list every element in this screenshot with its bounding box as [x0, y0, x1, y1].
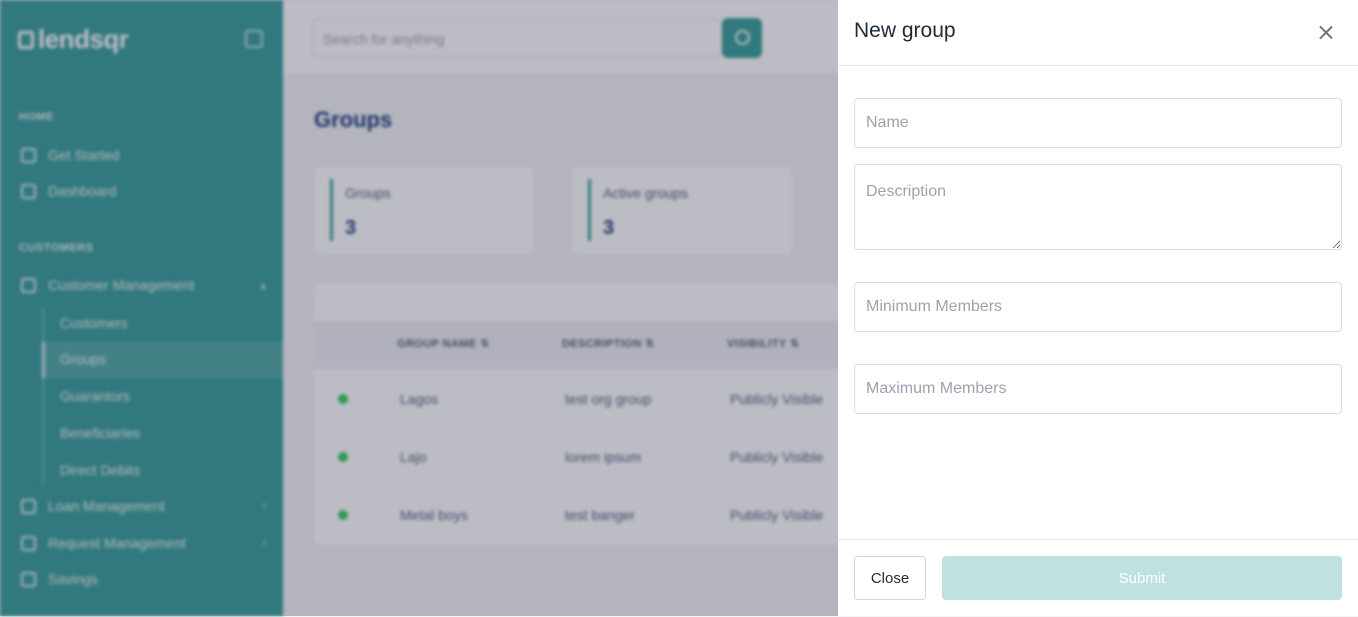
close-button[interactable]: Close: [854, 556, 926, 600]
modal-backdrop[interactable]: [0, 0, 838, 616]
maximum-members-input[interactable]: [854, 364, 1342, 414]
description-textarea[interactable]: [854, 164, 1342, 250]
drawer-title: New group: [854, 19, 956, 42]
name-input[interactable]: [854, 98, 1342, 148]
drawer-footer: Close Submit: [838, 539, 1358, 617]
close-icon[interactable]: [1316, 22, 1336, 42]
minimum-members-input[interactable]: [854, 282, 1342, 332]
submit-button[interactable]: Submit: [942, 556, 1342, 600]
drawer-header: New group: [838, 0, 1358, 66]
new-group-drawer: New group Close Submit: [838, 0, 1358, 616]
